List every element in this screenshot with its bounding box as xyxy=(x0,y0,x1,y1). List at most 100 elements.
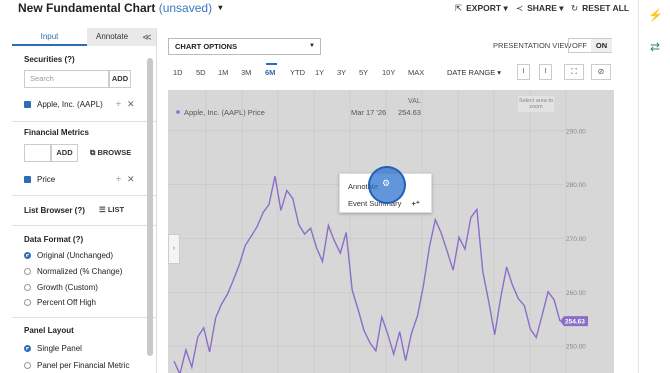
range-10y[interactable]: 10Y xyxy=(382,68,395,77)
zoom-hint-text: Select area to zoom xyxy=(519,98,553,110)
range-6m[interactable]: 6M xyxy=(265,68,275,77)
price-chart[interactable]: 290.00 280.00 270.00 260.00 250.00 Apple, In… xyxy=(168,90,614,373)
range-1m[interactable]: 1M xyxy=(218,68,228,77)
collapse-icon[interactable]: ≪ xyxy=(137,28,156,46)
tooltip-series-label: Apple, Inc. (AAPL) Price xyxy=(184,108,265,117)
presentation-toggle[interactable]: OFF ON xyxy=(568,38,612,53)
export-icon: ⇱ xyxy=(455,3,463,13)
y-tick-label: 250.00 xyxy=(566,344,586,351)
security-item-label: Apple, Inc. (AAPL) xyxy=(37,100,103,109)
list-icon: ☰ xyxy=(99,205,106,214)
export-button[interactable]: ⇱ EXPORT ▾ xyxy=(455,3,508,14)
top-bar: New Fundamental Chart (unsaved) ▾ ⇱ EXPOR… xyxy=(0,0,638,18)
add-metric-button[interactable]: ADD xyxy=(51,144,78,162)
chart-options-dropdown[interactable]: CHART OPTIONS ▼ xyxy=(168,38,321,55)
refresh-icon: ↻ xyxy=(571,3,579,13)
chevron-down-icon: ▼ xyxy=(309,43,315,49)
range-5d[interactable]: 5D xyxy=(196,68,206,77)
close-icon[interactable]: ✕ xyxy=(127,99,135,110)
search-input[interactable]: Search xyxy=(24,70,109,88)
share-icon: ≺ xyxy=(516,3,524,13)
legend-marker xyxy=(176,110,180,114)
tab-annotate[interactable]: Annotate xyxy=(87,28,137,46)
active-range-indicator xyxy=(266,63,277,65)
security-checkbox[interactable] xyxy=(24,101,31,108)
date-range-dropdown[interactable]: DATE RANGE ▾ xyxy=(447,68,501,77)
tab-input[interactable]: Input xyxy=(12,28,87,46)
data-format-title: Data Format (?) xyxy=(24,235,84,244)
range-5y[interactable]: 5Y xyxy=(359,68,368,77)
chart-title-text: New Fundamental Chart xyxy=(18,1,156,15)
radio-original[interactable] xyxy=(24,252,31,259)
panel-scrollbar[interactable] xyxy=(147,58,153,356)
list-button[interactable]: ☰ LIST xyxy=(99,205,124,214)
radio-original-label: Original (Unchanged) xyxy=(37,251,114,260)
cursor-tool-icon[interactable]: I xyxy=(517,64,530,80)
radio-normalized-label: Normalized (% Change) xyxy=(37,267,123,276)
presentation-off[interactable]: OFF xyxy=(569,39,590,52)
chart-area[interactable]: 290.00 280.00 270.00 260.00 250.00 Apple, In… xyxy=(168,90,614,373)
metric-checkbox[interactable] xyxy=(24,176,31,183)
y-tick-label: 270.00 xyxy=(566,236,586,243)
last-value-badge: 254.63 xyxy=(560,316,588,327)
move-icon[interactable]: ÷ xyxy=(116,99,121,109)
presentation-view-label: PRESENTATION VIEW xyxy=(493,41,572,50)
input-panel: Input Annotate ≪ Securities (?) Search A… xyxy=(12,28,157,373)
reset-label: RESET ALL xyxy=(582,3,630,13)
zoom-hint: Select area to zoom xyxy=(519,98,553,110)
radio-growth-label: Growth (Custom) xyxy=(37,283,98,292)
panel-expand-handle[interactable]: › xyxy=(168,234,180,264)
fullscreen-icon[interactable]: ⛶ xyxy=(564,64,584,80)
radio-percent-off-high-label: Percent Off High xyxy=(37,298,96,307)
crosshair-tool-icon[interactable]: I xyxy=(539,64,552,80)
panel-tabs: Input Annotate ≪ xyxy=(12,28,156,46)
tooltip-value: 254.63 xyxy=(398,108,421,117)
divider xyxy=(12,195,156,196)
chart-options-label: CHART OPTIONS xyxy=(175,42,238,51)
export-label: EXPORT xyxy=(466,3,502,13)
radio-normalized[interactable] xyxy=(24,268,31,275)
chart-title[interactable]: New Fundamental Chart (unsaved) ▾ xyxy=(18,1,222,15)
divider xyxy=(12,317,156,318)
range-1y[interactable]: 1Y xyxy=(315,68,324,77)
divider xyxy=(12,225,156,226)
radio-percent-off-high[interactable] xyxy=(24,299,31,306)
range-ytd[interactable]: YTD xyxy=(290,68,305,77)
range-max[interactable]: MAX xyxy=(408,68,424,77)
hide-icon[interactable]: ⊘ xyxy=(591,64,611,80)
reset-all-button[interactable]: ↻ RESET ALL xyxy=(571,3,629,14)
radio-panel-per-metric[interactable] xyxy=(24,362,31,369)
add-security-button[interactable]: ADD xyxy=(109,70,131,88)
radio-panel-per-metric-label: Panel per Financial Metric xyxy=(37,361,130,370)
tooltip-col-label: VAL xyxy=(408,98,421,105)
add-icon: +⁺ xyxy=(411,199,420,208)
range-3m[interactable]: 3M xyxy=(241,68,251,77)
move-icon[interactable]: ÷ xyxy=(116,174,121,184)
range-1d[interactable]: 1D xyxy=(173,68,183,77)
radio-growth[interactable] xyxy=(24,284,31,291)
chart-background xyxy=(168,90,614,373)
securities-title: Securities (?) xyxy=(24,55,75,64)
swap-icon[interactable]: ⇄ xyxy=(648,40,662,54)
y-tick-label: 260.00 xyxy=(566,290,586,297)
range-3y[interactable]: 3Y xyxy=(337,68,346,77)
date-range-label: DATE RANGE xyxy=(447,68,496,77)
browse-button[interactable]: ⧉ BROWSE xyxy=(90,148,131,158)
close-icon[interactable]: ✕ xyxy=(127,174,135,185)
share-button[interactable]: ≺ SHARE ▾ xyxy=(516,3,564,14)
list-label: LIST xyxy=(107,205,125,214)
browse-label: BROWSE xyxy=(97,148,132,157)
tooltip-date: Mar 17 '26 xyxy=(351,108,386,117)
right-rail: ⚡ ⇄ xyxy=(638,0,670,373)
chevron-down-icon[interactable]: ▾ xyxy=(218,3,222,12)
lightning-icon[interactable]: ⚡ xyxy=(648,8,663,22)
metric-input[interactable] xyxy=(24,144,51,162)
presentation-on[interactable]: ON xyxy=(591,39,612,52)
radio-single-panel-label: Single Panel xyxy=(37,344,82,353)
financial-metrics-title: Financial Metrics xyxy=(24,128,89,137)
y-tick-label: 280.00 xyxy=(566,182,586,189)
share-label: SHARE xyxy=(527,3,557,13)
divider xyxy=(12,121,156,122)
list-browser-title: List Browser (?) xyxy=(24,206,85,215)
radio-single-panel[interactable] xyxy=(24,345,31,352)
